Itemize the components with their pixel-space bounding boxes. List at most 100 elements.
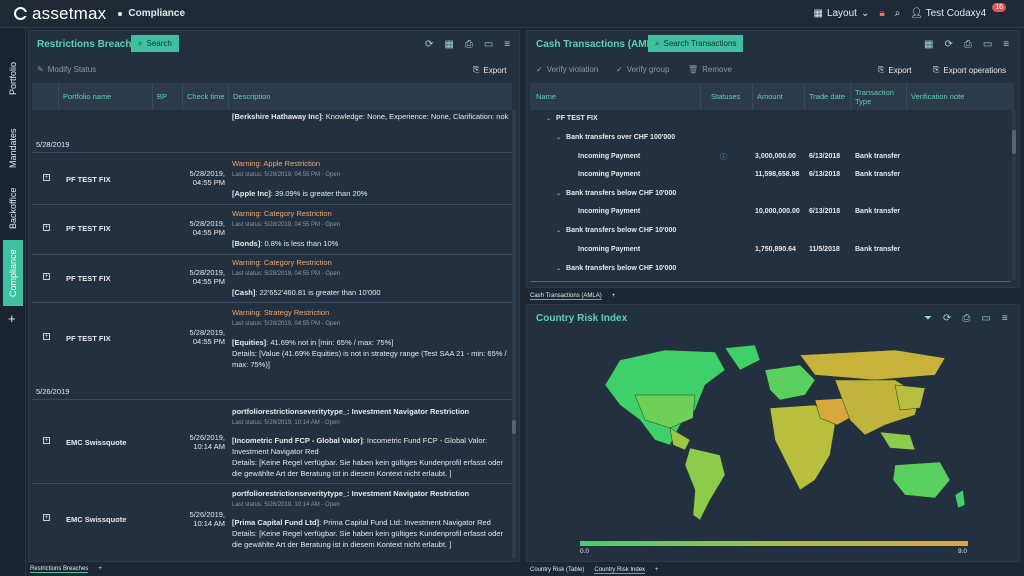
user-menu[interactable]: 👤︎ Test Codaxy4 [910,8,986,19]
col-check-time[interactable]: Check time [182,83,228,110]
filter-icon[interactable]: ⏷ [924,313,932,324]
tab-country-risk-table[interactable]: Country Risk (Table) [530,567,584,573]
layout-menu[interactable]: ▦ Layout ⌄ [813,8,869,19]
map-australia [892,461,951,499]
divider [32,483,512,484]
notification-badge[interactable]: 16 [992,3,1006,12]
description: [Equities]: 41.69% not in [min: 65% / ma… [232,338,394,347]
user-name: Test Codaxy4 [925,8,987,19]
divider [32,399,512,400]
horizontal-scrollbar[interactable] [530,281,1010,282]
modify-status-button[interactable]: ✎ Modify Status [37,65,96,74]
side-tab-portfolio[interactable]: Portfolio [3,48,23,108]
check-time: 5/28/2019, 04:55 PM [189,328,225,346]
export-operations-button[interactable]: ⎘ Export operations [933,65,1006,75]
menu-icon[interactable]: ≡ [1002,313,1008,324]
side-nav: Portfolio Mandates Backoffice Compliance… [0,28,26,576]
col-trade-date[interactable]: Trade date [804,83,850,110]
fragment-row: [Berkshire Hathaway Inc]: Knowledge: Non… [232,112,509,121]
restrictions-bottom-tabs: Restrictions Breaches + [30,563,102,575]
side-tab-backoffice[interactable]: Backoffice [3,178,23,238]
tree-group[interactable]: ⌄ Bank transfers over CHF 100'000 [556,134,675,141]
user-icon: 👤︎ [910,8,923,19]
expand-icon[interactable]: + [43,273,50,280]
tab-restrictions-breaches[interactable]: Restrictions Breaches [30,566,89,573]
map-south-america [684,447,726,521]
verify-group-button[interactable]: ✓ Verify group [616,65,669,74]
description: [Incometric Fund FCP - Global Valor]: In… [232,436,488,445]
expand-icon[interactable]: + [43,224,50,231]
tree-group[interactable]: ⌄ Bank transfers below CHF 10'000 [556,190,676,197]
refresh-icon[interactable]: ⟳ [943,313,951,324]
expand-icon[interactable]: + [43,174,50,181]
cash-icons: ▦ ⟳ ⎙ ▭ ≡ [924,39,1009,50]
menu-icon[interactable]: ≡ [504,39,510,50]
app-logo[interactable]: assetmax [14,4,106,24]
col-description[interactable]: Description [228,83,512,110]
restrictions-search-button[interactable]: ⌕ Search [131,35,179,52]
side-tab-compliance[interactable]: Compliance [3,240,23,306]
export-icon: ⎘ [933,65,940,74]
tab-country-risk-index[interactable]: Country Risk Index [594,567,646,574]
tab-cash-transactions[interactable]: Cash Transactions (AMLA) [530,293,602,300]
tree-group[interactable]: ⌄ Bank transfers below CHF 10'000 [556,265,676,272]
divider [32,254,512,255]
cash-export-button[interactable]: ⎘ Export [878,65,912,75]
restrictions-export-button[interactable]: ⎘ Export [473,65,507,75]
remove-button[interactable]: 🗑︎ Remove [688,65,732,74]
restrictions-scrollbar[interactable] [512,110,516,558]
print-icon[interactable]: ⎙ [465,39,473,50]
last-status: Last status: 5/26/2019, 10:14 AM - Open [232,502,340,508]
expand-icon[interactable]: + [43,437,50,444]
window-icon[interactable]: ▭ [983,39,992,50]
add-tab-button[interactable]: + [8,311,16,326]
world-risk-map[interactable] [575,340,975,530]
info-icon[interactable]: ⓘ [720,152,727,162]
cash-search-button[interactable]: ⌕ Search Transactions [648,35,744,52]
tx-date: 6/13/2018 [809,171,841,178]
col-transaction-type[interactable]: Transaction Type [850,83,906,110]
tx-name: Incoming Payment [578,208,641,215]
tx-amount: 3,000,000.00 [755,153,796,160]
logo-icon [14,7,28,20]
expand-icon[interactable]: + [43,514,50,521]
add-tab-button[interactable]: + [98,566,102,572]
search-icon[interactable]: ⌕ [895,8,901,19]
layout-icon: ▦ [813,8,823,19]
refresh-icon[interactable]: ⟳ [425,39,433,50]
print-icon[interactable]: ⎙ [962,313,970,324]
refresh-icon[interactable]: ⟳ [944,39,952,50]
add-tab-button[interactable]: + [655,567,659,573]
cash-scroll-thumb[interactable] [1012,130,1016,154]
col-verification-note[interactable]: Verification note [906,83,1014,110]
description-details-cont: max: 75%)] [232,360,270,369]
window-icon[interactable]: ▭ [981,313,990,324]
table-icon[interactable]: ▦ [444,39,453,50]
map-greenland [724,344,761,371]
tx-date: 6/13/2018 [809,153,841,160]
check-icon: ✓ [536,65,543,74]
check-icon: ✓ [616,65,623,74]
col-portfolio-name[interactable]: Portfolio name [58,83,148,110]
side-tab-mandates[interactable]: Mandates [3,113,23,183]
check-time: 5/26/2019, 10:14 AM [189,510,225,528]
menu-icon[interactable]: ≡ [1003,39,1009,50]
expand-icon[interactable]: + [43,333,50,340]
warning-title: portfoliorestrictionseveritytype_: Inves… [232,489,470,498]
col-bp[interactable]: BP [152,83,180,110]
verify-violation-button[interactable]: ✓ Verify violation [536,65,598,74]
print-icon[interactable]: ⎙ [964,39,972,50]
window-icon[interactable]: ▭ [484,39,493,50]
tree-group[interactable]: ⌄ Bank transfers below CHF 10'000 [556,227,676,234]
add-tab-button[interactable]: + [612,293,616,299]
col-name[interactable]: Name [530,83,700,110]
tree-root[interactable]: ⌄ PF TEST FIX [546,115,598,122]
col-statuses[interactable]: Statuses [700,83,752,110]
lock-icon[interactable]: 🔒︎ [879,8,884,19]
col-amount[interactable]: Amount [752,83,804,110]
top-bar: assetmax Compliance ▦ Layout ⌄ 🔒︎ ⌕ 👤︎ T… [0,0,1024,28]
restrictions-scroll-thumb[interactable] [512,420,516,434]
chevron-down-icon: ⌄ [556,266,562,272]
table-icon[interactable]: ▦ [924,39,933,50]
chevron-down-icon: ⌄ [860,8,870,19]
